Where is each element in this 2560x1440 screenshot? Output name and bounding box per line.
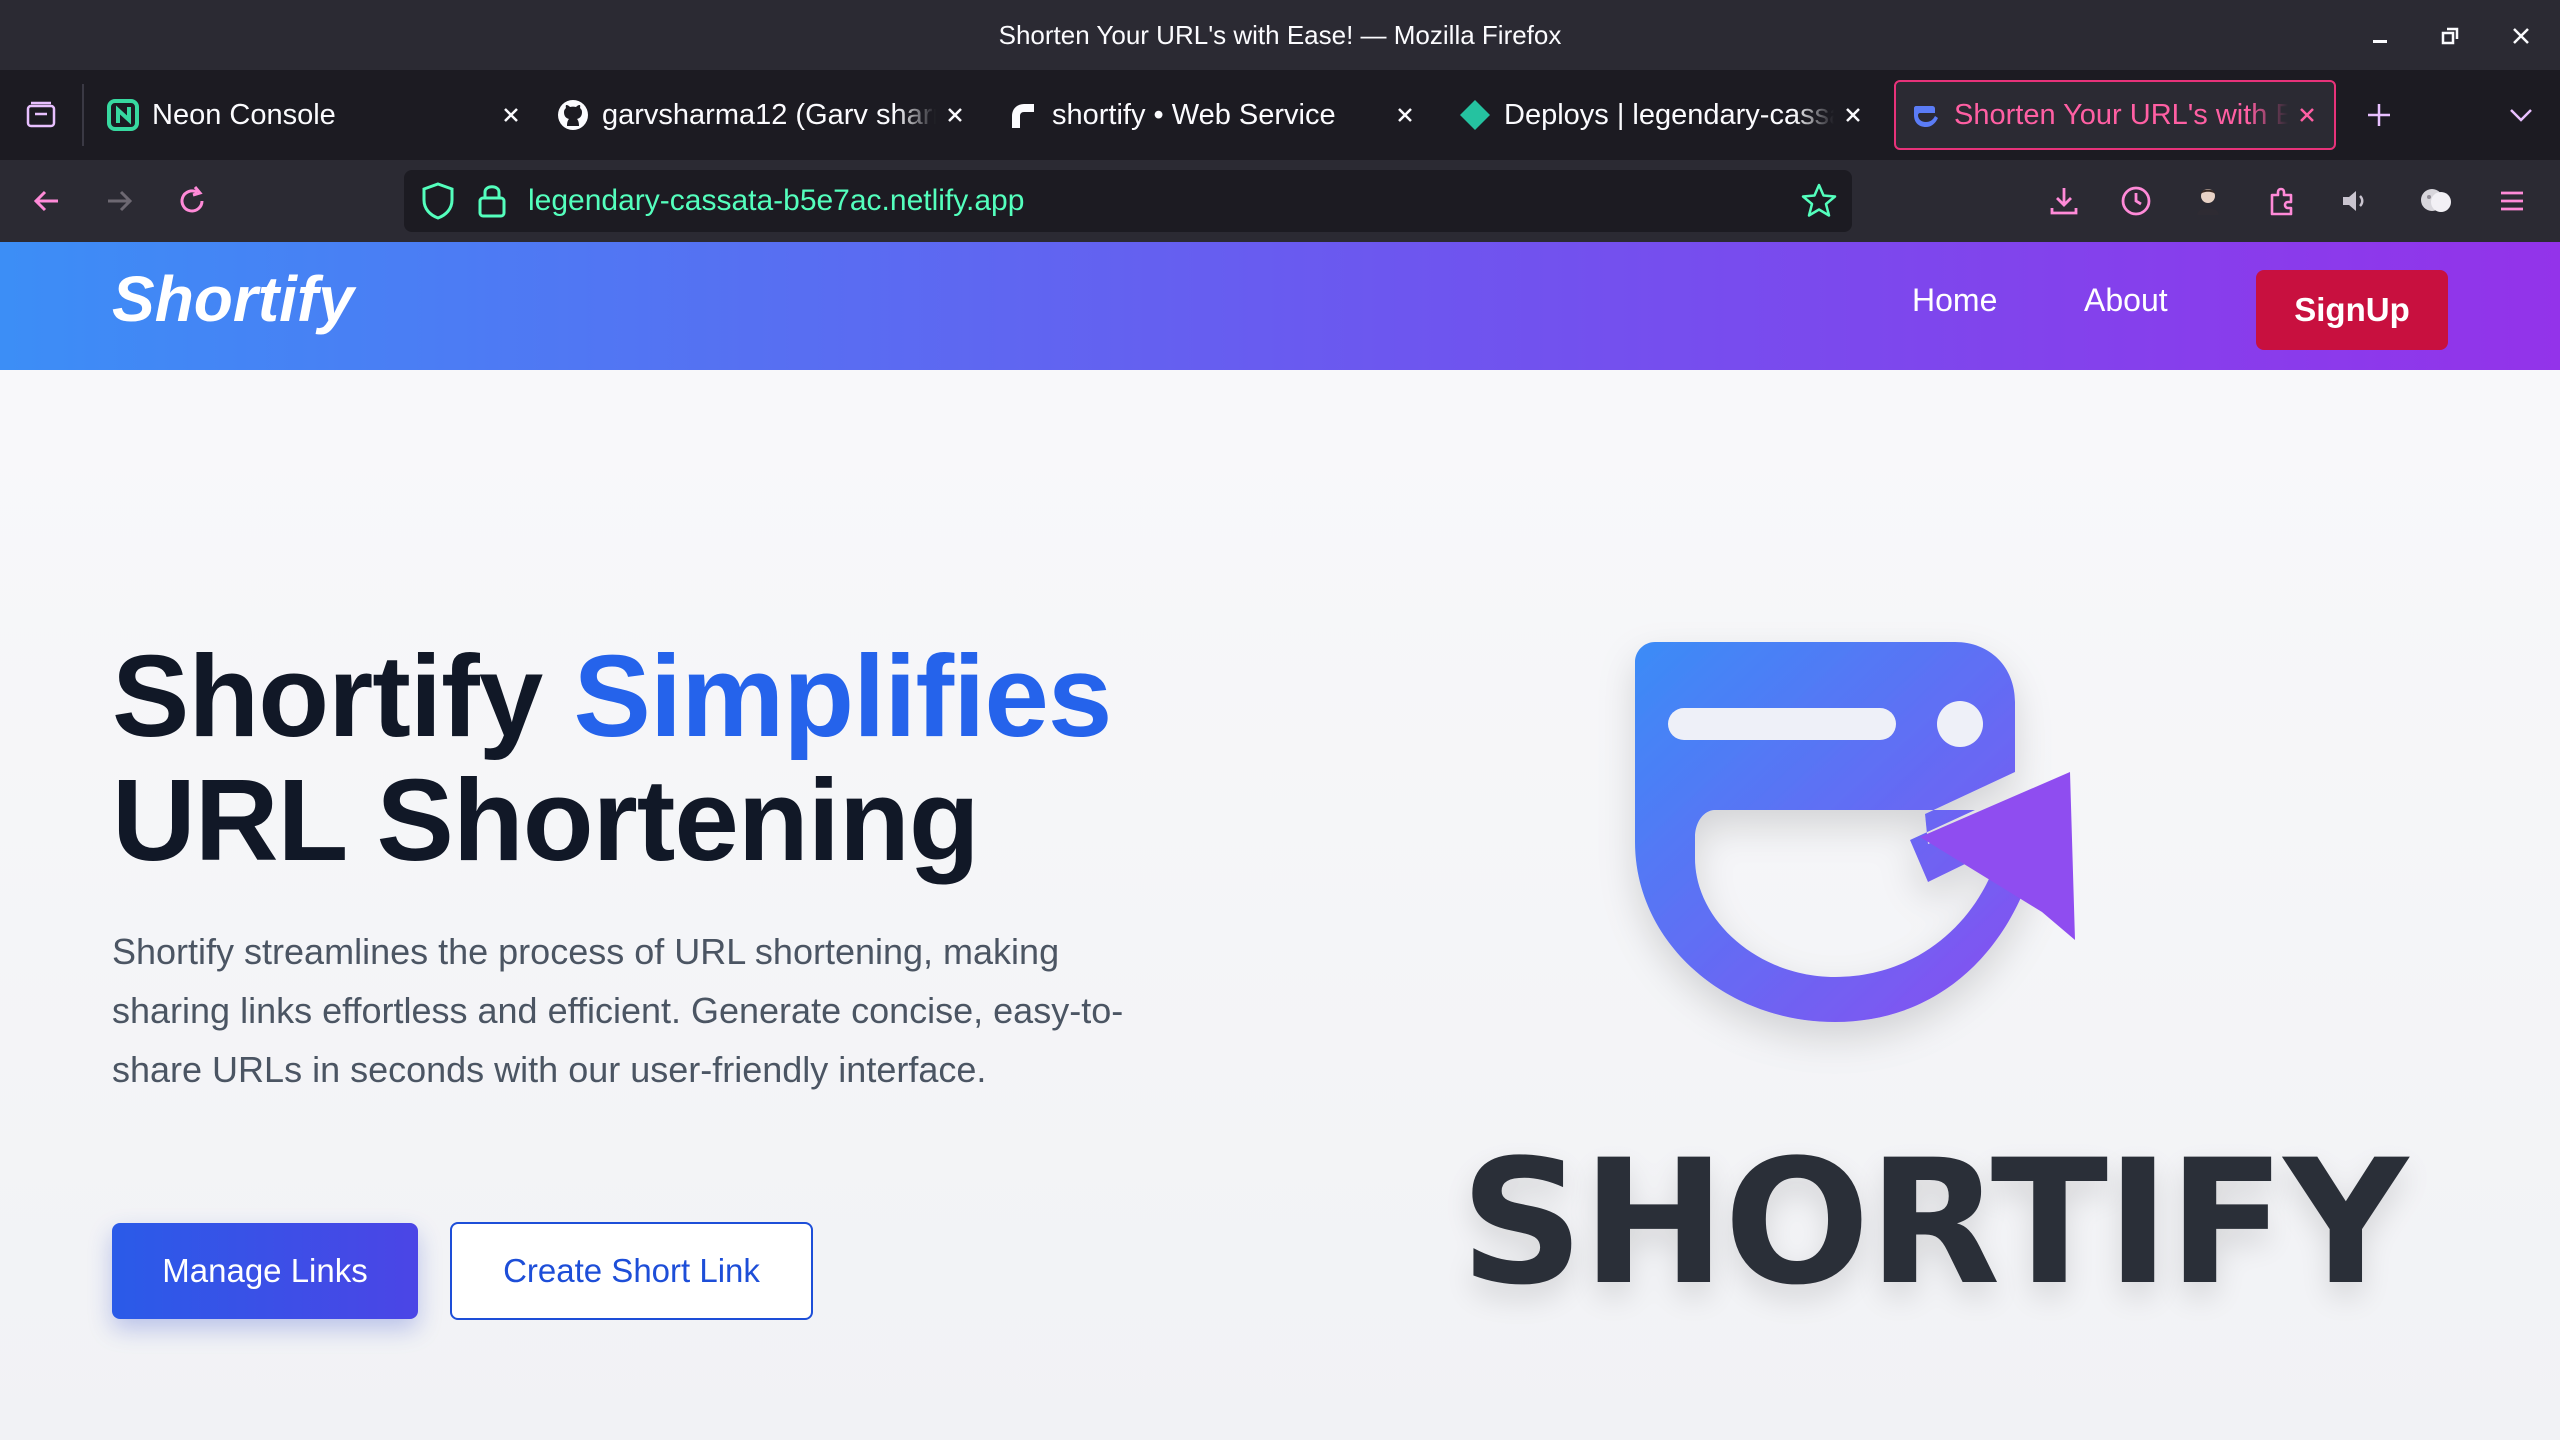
list-all-tabs-button[interactable]: [2500, 94, 2542, 136]
hero-description: Shortify streamlines the process of URL …: [112, 931, 1124, 1090]
nav-about-link[interactable]: About: [2084, 282, 2168, 319]
window-title: Shorten Your URL's with Ease! — Mozilla …: [998, 20, 1562, 50]
reload-button[interactable]: [171, 180, 213, 222]
tab-netlify-deploys[interactable]: Deploys | legendary-cassata: [1458, 80, 1868, 150]
back-button[interactable]: [26, 180, 68, 222]
app-menu-icon[interactable]: [2491, 180, 2533, 222]
lock-icon[interactable]: [474, 180, 510, 226]
shortify-logo-wordmark: SHORTIFY: [1460, 1122, 2408, 1323]
bookmark-star-icon[interactable]: [1800, 182, 1838, 224]
audio-icon[interactable]: [2334, 180, 2376, 222]
new-tab-button[interactable]: [2358, 94, 2400, 136]
extensions-icon[interactable]: [2261, 180, 2303, 222]
tab-render-shortify[interactable]: shortify • Web Service: [1006, 80, 1420, 150]
tab-label: Neon Console: [152, 98, 336, 131]
close-tab-icon[interactable]: [496, 100, 526, 130]
close-tab-icon[interactable]: [1390, 100, 1420, 130]
tab-neon-console[interactable]: Neon Console: [106, 80, 526, 150]
tab-github[interactable]: garvsharma12 (Garv sharma): [556, 80, 970, 150]
hero-title-line2: URL Shortening: [112, 755, 980, 885]
url-text: legendary-cassata-b5e7ac.netlify.app: [528, 184, 1025, 217]
github-icon: [556, 98, 590, 132]
firefox-view-button[interactable]: [20, 94, 62, 136]
tab-label: Shorten Your URL's with Ease!: [1954, 98, 2288, 131]
site-header: Shortify Home About SignUp: [0, 242, 2560, 370]
tab-shortify-active[interactable]: Shorten Your URL's with Ease!: [1894, 80, 2336, 150]
navigation-toolbar: legendary-cassata-b5e7ac.netlify.app: [0, 160, 2560, 242]
hero-title-accent: Simplifies: [573, 631, 1112, 761]
tab-strip: Neon Console garvsharma12 (Garv sharma) …: [0, 70, 2560, 160]
tab-strip-divider: [82, 84, 84, 146]
tab-label: shortify • Web Service: [1052, 98, 1336, 131]
close-window-button[interactable]: [2503, 18, 2539, 54]
tab-label: Deploys | legendary-cassata: [1504, 98, 1834, 131]
history-icon[interactable]: [2115, 180, 2157, 222]
tracking-protection-shield-icon[interactable]: [418, 180, 458, 226]
minimize-window-button[interactable]: [2362, 18, 2398, 54]
downloads-icon[interactable]: [2043, 180, 2085, 222]
create-short-link-button[interactable]: Create Short Link: [450, 1222, 813, 1320]
forward-button[interactable]: [98, 180, 140, 222]
page-viewport: Shortify Home About SignUp Shortify Simp…: [0, 242, 2560, 1440]
restore-window-button[interactable]: [2432, 18, 2468, 54]
manage-links-button[interactable]: Manage Links: [112, 1223, 418, 1319]
neon-logo-icon: [106, 98, 140, 132]
site-brand-logo[interactable]: Shortify: [112, 262, 354, 336]
window-titlebar: Shorten Your URL's with Ease! — Mozilla …: [0, 0, 2560, 70]
hero-title: Shortify Simplifies URL Shortening: [112, 631, 1112, 885]
close-tab-icon[interactable]: [940, 100, 970, 130]
close-tab-icon[interactable]: [1838, 100, 1868, 130]
tab-label: garvsharma12 (Garv sharma): [602, 98, 936, 131]
nav-home-link[interactable]: Home: [1912, 282, 1997, 319]
hero-title-part1: Shortify: [112, 631, 574, 761]
render-icon: [1006, 98, 1040, 132]
netlify-icon: [1458, 98, 1492, 132]
signup-button[interactable]: SignUp: [2256, 270, 2448, 350]
close-tab-icon[interactable]: [2292, 100, 2322, 130]
address-bar[interactable]: legendary-cassata-b5e7ac.netlify.app: [404, 170, 1852, 232]
shortify-favicon-icon: [1908, 98, 1942, 132]
profile-avatar-icon[interactable]: [2187, 180, 2229, 222]
addon-cookie-icon[interactable]: [2415, 180, 2457, 222]
